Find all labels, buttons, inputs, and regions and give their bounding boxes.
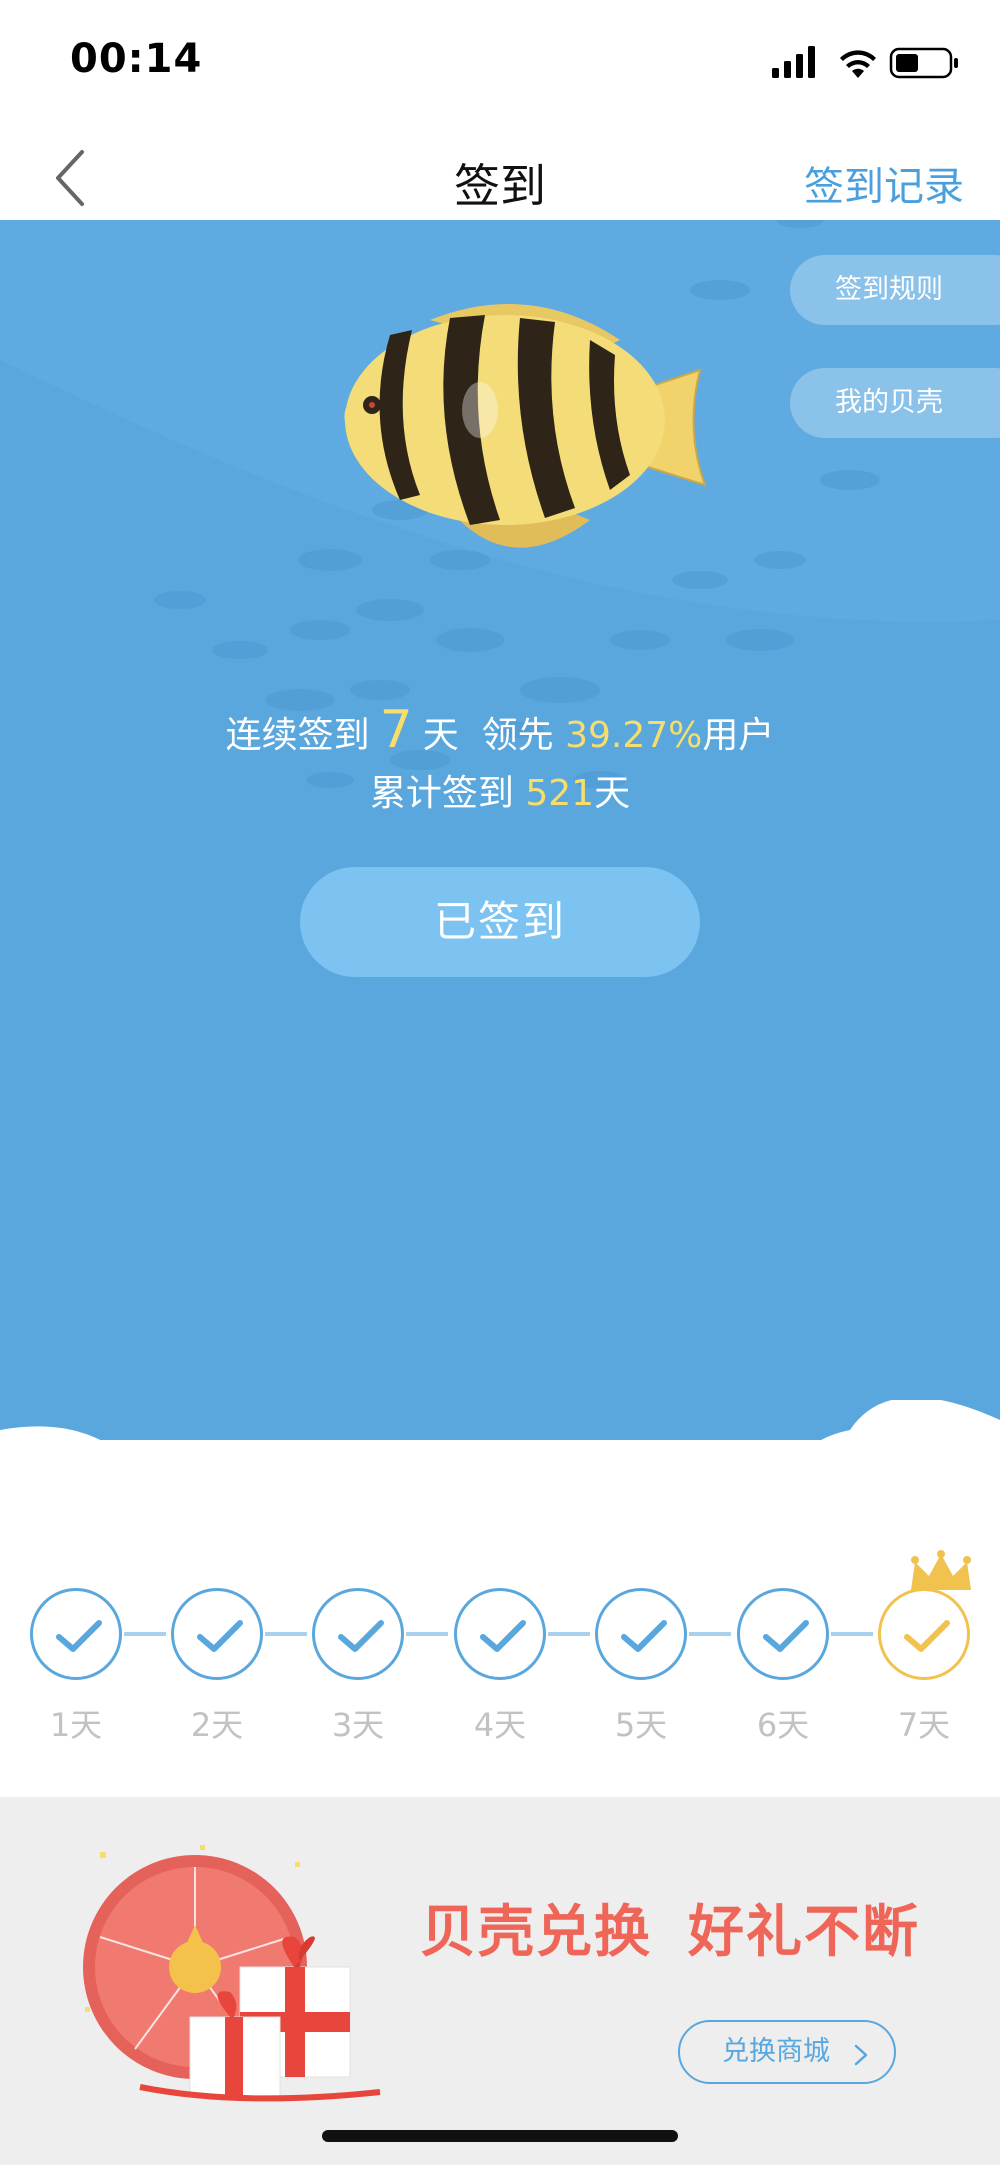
checkin-stats: 连续签到 7 天 领先 39.27%用户 累计签到 521天 (0, 700, 1000, 822)
check-icon (904, 1620, 950, 1652)
day-item-highlight: 7天 (878, 1588, 970, 1746)
crown-icon (911, 1550, 971, 1590)
lead-suffix: 用户 (702, 715, 775, 756)
banner-headline: 贝壳兑换 好礼不断 (420, 1887, 956, 1968)
day-connector (689, 1632, 731, 1636)
day-item: 2天 (171, 1588, 263, 1746)
check-icon (480, 1620, 526, 1652)
home-indicator (322, 2130, 678, 2142)
streak-unit: 天 (422, 715, 459, 756)
checkin-rules-button[interactable]: 签到规则 (790, 255, 1000, 325)
exchange-banner[interactable]: 贝壳兑换 好礼不断 兑换商城 (0, 1797, 1000, 2165)
signal-icon (772, 46, 815, 78)
hero-section: 签到规则 我的贝壳 连续签到 7 天 领先 39.27%用户 累计签到 521天 已 (0, 220, 1000, 1440)
lead-percent: 39.27% (565, 715, 703, 756)
day-item: 3天 (312, 1588, 404, 1746)
my-shells-button[interactable]: 我的贝壳 (790, 368, 1000, 438)
banner-headline-1: 贝壳兑换 (420, 1900, 652, 1965)
day-label: 1天 (49, 1706, 103, 1744)
day-item: 1天 (30, 1588, 122, 1746)
chevron-right-icon (854, 2044, 868, 2066)
streak-days: 7 (379, 700, 413, 760)
check-icon (621, 1620, 667, 1652)
day-check-circle (30, 1588, 122, 1680)
day-label: 7天 (897, 1706, 951, 1744)
check-icon (338, 1620, 384, 1652)
lottery-wheel-gifts-illustration (83, 1845, 381, 2102)
exchange-mall-button[interactable]: 兑换商城 (678, 2020, 896, 2084)
day-item: 5天 (595, 1588, 687, 1746)
battery-icon (889, 47, 958, 79)
exchange-mall-label: 兑换商城 (722, 2036, 830, 2067)
day-connector (406, 1632, 448, 1636)
banner-headline-2: 好礼不断 (688, 1900, 920, 1965)
day-check-circle (595, 1588, 687, 1680)
streak-prefix: 连续签到 (225, 715, 370, 756)
checkin-history-link[interactable]: 签到记录 (804, 154, 964, 212)
day-check-circle (737, 1588, 829, 1680)
status-time: 00:14 (70, 36, 203, 82)
day-label: 3天 (331, 1706, 385, 1744)
nav-bar: 签到 签到记录 (0, 130, 1000, 220)
cloud-divider (0, 1400, 1000, 1440)
day-check-circle (312, 1588, 404, 1680)
day-item: 4天 (454, 1588, 546, 1746)
day-connector (831, 1632, 873, 1636)
total-days: 521 (525, 773, 595, 814)
check-icon (56, 1620, 102, 1652)
check-icon (197, 1620, 243, 1652)
total-unit: 天 (594, 773, 631, 814)
day-connector (265, 1632, 307, 1636)
lead-prefix: 领先 (481, 715, 554, 756)
tiger-fish-illustration (344, 304, 707, 548)
check-icon (763, 1620, 809, 1652)
day-check-circle (454, 1588, 546, 1680)
day-check-circle (878, 1588, 970, 1680)
day-connector (548, 1632, 590, 1636)
day-label: 5天 (614, 1706, 668, 1744)
day-item: 6天 (737, 1588, 829, 1746)
day-label: 4天 (473, 1706, 527, 1744)
total-prefix: 累计签到 (369, 773, 514, 814)
signed-in-button[interactable]: 已签到 (300, 867, 700, 977)
day-label: 6天 (756, 1706, 810, 1744)
status-bar: 00:14 (0, 0, 1000, 130)
checkin-day-tracker: 1天 2天 3天 4天 5天 6天 7天 (0, 1440, 1000, 1800)
day-label: 2天 (190, 1706, 244, 1744)
day-check-circle (171, 1588, 263, 1680)
day-connector (124, 1632, 166, 1636)
status-icons (772, 46, 958, 79)
wifi-icon (840, 50, 876, 78)
